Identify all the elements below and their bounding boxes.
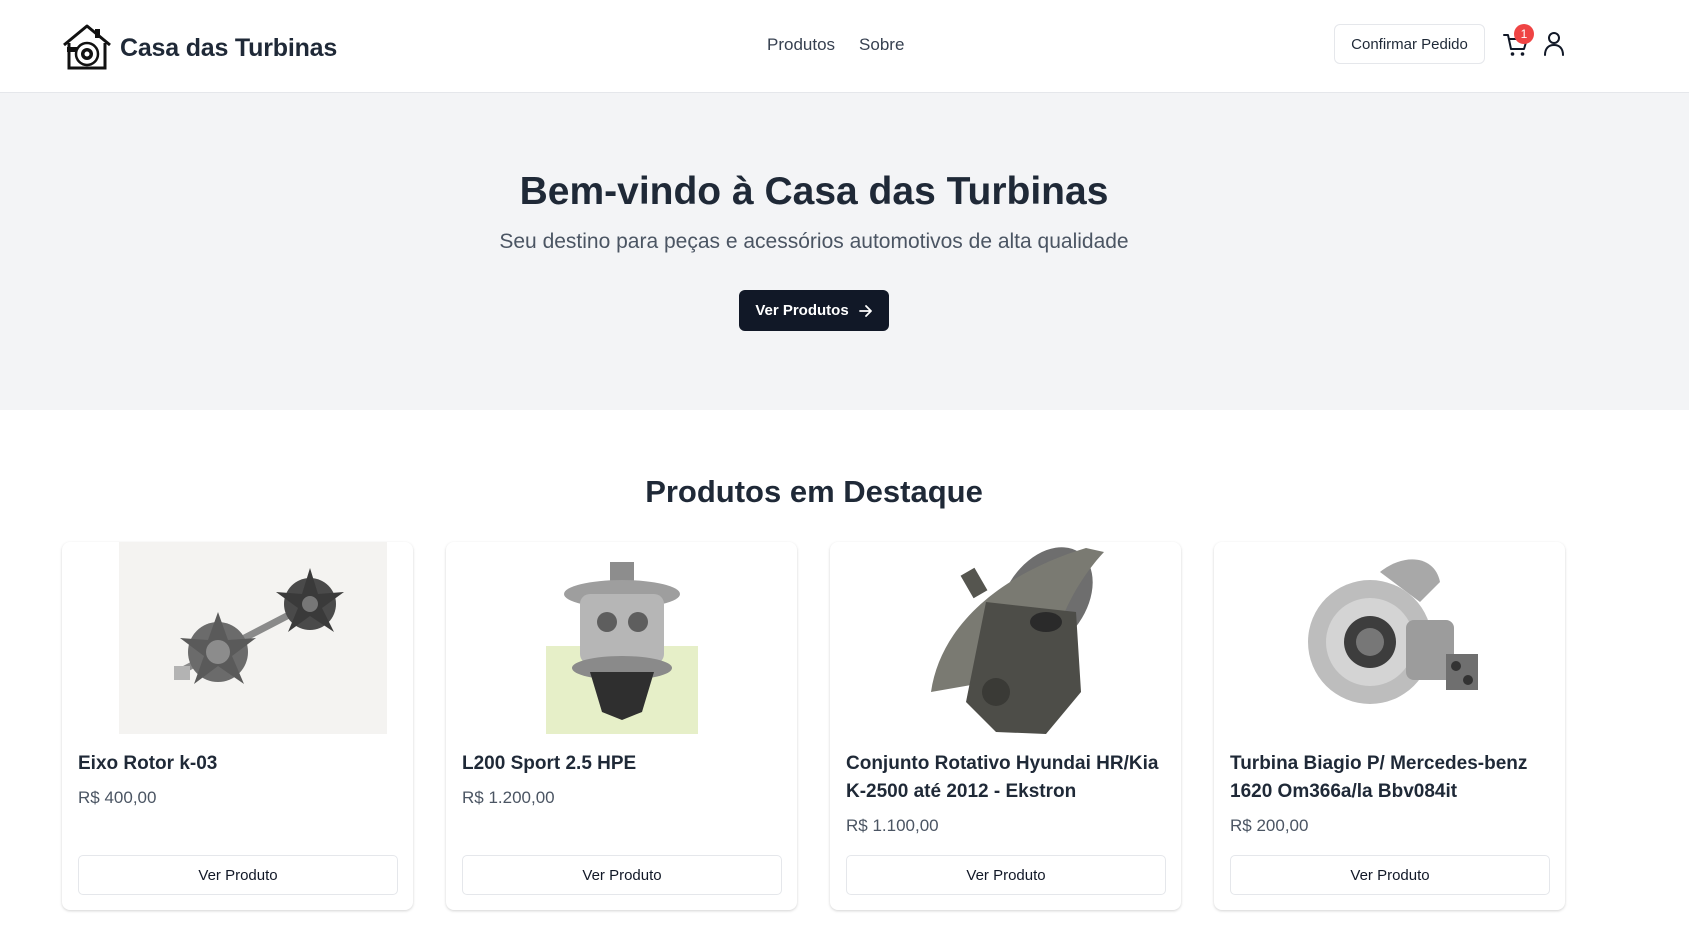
product-price: R$ 1.200,00 bbox=[462, 788, 555, 807]
product-name[interactable]: Conjunto Rotativo Hyundai HR/Kia K-2500 … bbox=[846, 750, 1166, 806]
logo-house-turbine-icon[interactable] bbox=[61, 23, 113, 71]
featured-title: Produtos em Destaque bbox=[645, 474, 983, 509]
product-image-turbocharger[interactable] bbox=[1230, 542, 1549, 734]
product-name[interactable]: L200 Sport 2.5 HPE bbox=[462, 750, 782, 778]
hero-subtitle: Seu destino para peças e acessórios auto… bbox=[499, 230, 1129, 253]
product-price: R$ 200,00 bbox=[1230, 816, 1309, 835]
cart-count-badge: 1 bbox=[1514, 24, 1534, 44]
brand-name[interactable]: Casa das Turbinas bbox=[120, 34, 337, 63]
product-image-turbo-cartridge[interactable] bbox=[462, 542, 781, 734]
product-image-turbo-center-housing[interactable] bbox=[846, 542, 1165, 734]
main-nav: Produtos Sobre bbox=[767, 35, 904, 55]
view-product-button[interactable]: Ver Produto bbox=[462, 855, 782, 895]
view-product-button[interactable]: Ver Produto bbox=[1230, 855, 1550, 895]
product-price: R$ 1.100,00 bbox=[846, 816, 939, 835]
nav-produtos[interactable]: Produtos bbox=[767, 35, 835, 55]
product-card: L200 Sport 2.5 HPE R$ 1.200,00 Ver Produ… bbox=[446, 542, 797, 910]
product-name[interactable]: Turbina Biagio P/ Mercedes-benz 1620 Om3… bbox=[1230, 750, 1550, 806]
confirm-order-button[interactable]: Confirmar Pedido bbox=[1334, 24, 1485, 64]
product-card: Conjunto Rotativo Hyundai HR/Kia K-2500 … bbox=[830, 542, 1181, 910]
product-card: Eixo Rotor k-03 R$ 400,00 Ver Produto bbox=[62, 542, 413, 910]
view-product-button[interactable]: Ver Produto bbox=[78, 855, 398, 895]
hero-section: Bem-vindo à Casa das Turbinas Seu destin… bbox=[0, 93, 1689, 410]
view-products-button[interactable]: Ver Produtos bbox=[739, 290, 889, 331]
nav-sobre[interactable]: Sobre bbox=[859, 35, 904, 55]
product-card: Turbina Biagio P/ Mercedes-benz 1620 Om3… bbox=[1214, 542, 1565, 910]
product-name[interactable]: Eixo Rotor k-03 bbox=[78, 750, 398, 778]
site-header: Casa das Turbinas Produtos Sobre Confirm… bbox=[0, 0, 1689, 93]
product-image-turbine-shaft[interactable] bbox=[78, 542, 397, 734]
hero-title: Bem-vindo à Casa das Turbinas bbox=[519, 170, 1109, 213]
view-products-label: Ver Produtos bbox=[755, 302, 849, 319]
arrow-right-icon bbox=[858, 304, 872, 317]
user-icon[interactable] bbox=[1542, 31, 1566, 57]
product-price: R$ 400,00 bbox=[78, 788, 157, 807]
view-product-button[interactable]: Ver Produto bbox=[846, 855, 1166, 895]
